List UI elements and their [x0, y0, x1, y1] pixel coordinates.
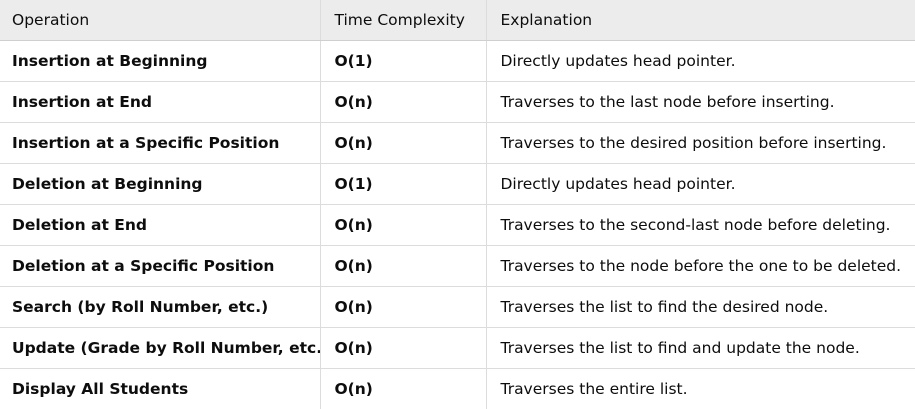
table-row: Insertion at Beginning O(1) Directly upd…	[0, 40, 915, 82]
table-row: Display All Students O(n) Traverses the …	[0, 368, 915, 409]
cell-explanation: Traverses the list to find and update th…	[485, 327, 915, 369]
complexity-table: Operation Time Complexity Explanation In…	[0, 0, 915, 409]
cell-operation: Insertion at End	[0, 81, 320, 123]
cell-operation: Insertion at Beginning	[0, 40, 320, 82]
cell-operation: Search (by Roll Number, etc.)	[0, 286, 320, 328]
cell-complexity: O(1)	[319, 163, 486, 205]
table-row: Deletion at Beginning O(1) Directly upda…	[0, 163, 915, 205]
cell-complexity: O(n)	[319, 122, 486, 164]
cell-operation: Insertion at a Specific Position	[0, 122, 320, 164]
cell-complexity: O(n)	[319, 81, 486, 123]
cell-operation: Display All Students	[12, 379, 189, 398]
cell-complexity: O(n)	[319, 245, 486, 287]
cell-complexity: O(1)	[319, 40, 486, 82]
cell-explanation: Traverses to the last node before insert…	[485, 81, 915, 123]
cell-complexity: O(n)	[319, 368, 486, 409]
cell-operation: Update (Grade by Roll Number, etc.)	[0, 327, 320, 369]
table-row: Deletion at a Specific Position O(n) Tra…	[0, 245, 915, 287]
table-body: Insertion at Beginning O(1) Directly upd…	[0, 40, 915, 409]
cell-operation: Deletion at a Specific Position	[0, 245, 320, 287]
cell-explanation: Traverses to the second-last node before…	[485, 204, 915, 246]
cell-complexity: O(n)	[319, 327, 486, 369]
header-time-complexity: Time Complexity	[319, 0, 486, 41]
table-row: Insertion at End O(n) Traverses to the l…	[0, 81, 915, 123]
cell-operation: Deletion at Beginning	[0, 163, 320, 205]
table-row: Insertion at a Specific Position O(n) Tr…	[0, 122, 915, 164]
header-row: Operation Time Complexity Explanation	[0, 0, 915, 41]
cell-explanation: Directly updates head pointer.	[485, 40, 915, 82]
cell-operation: Deletion at End	[0, 204, 320, 246]
cell-complexity: O(n)	[319, 204, 486, 246]
table-row: Search (by Roll Number, etc.) O(n) Trave…	[0, 286, 915, 328]
header-explanation: Explanation	[485, 0, 915, 41]
table-header: Operation Time Complexity Explanation	[0, 0, 915, 41]
cell-explanation: Traverses to the node before the one to …	[485, 245, 915, 287]
cell-complexity: O(n)	[319, 286, 486, 328]
cell-explanation: Directly updates head pointer.	[485, 163, 915, 205]
header-operation: Operation	[0, 0, 320, 41]
cell-explanation: Traverses to the desired position before…	[485, 122, 915, 164]
cell-explanation: Traverses the entire list.	[485, 368, 915, 409]
table-row: Deletion at End O(n) Traverses to the se…	[0, 204, 915, 246]
cell-explanation: Traverses the list to find the desired n…	[485, 286, 915, 328]
table-row: Update (Grade by Roll Number, etc.) O(n)…	[0, 327, 915, 369]
